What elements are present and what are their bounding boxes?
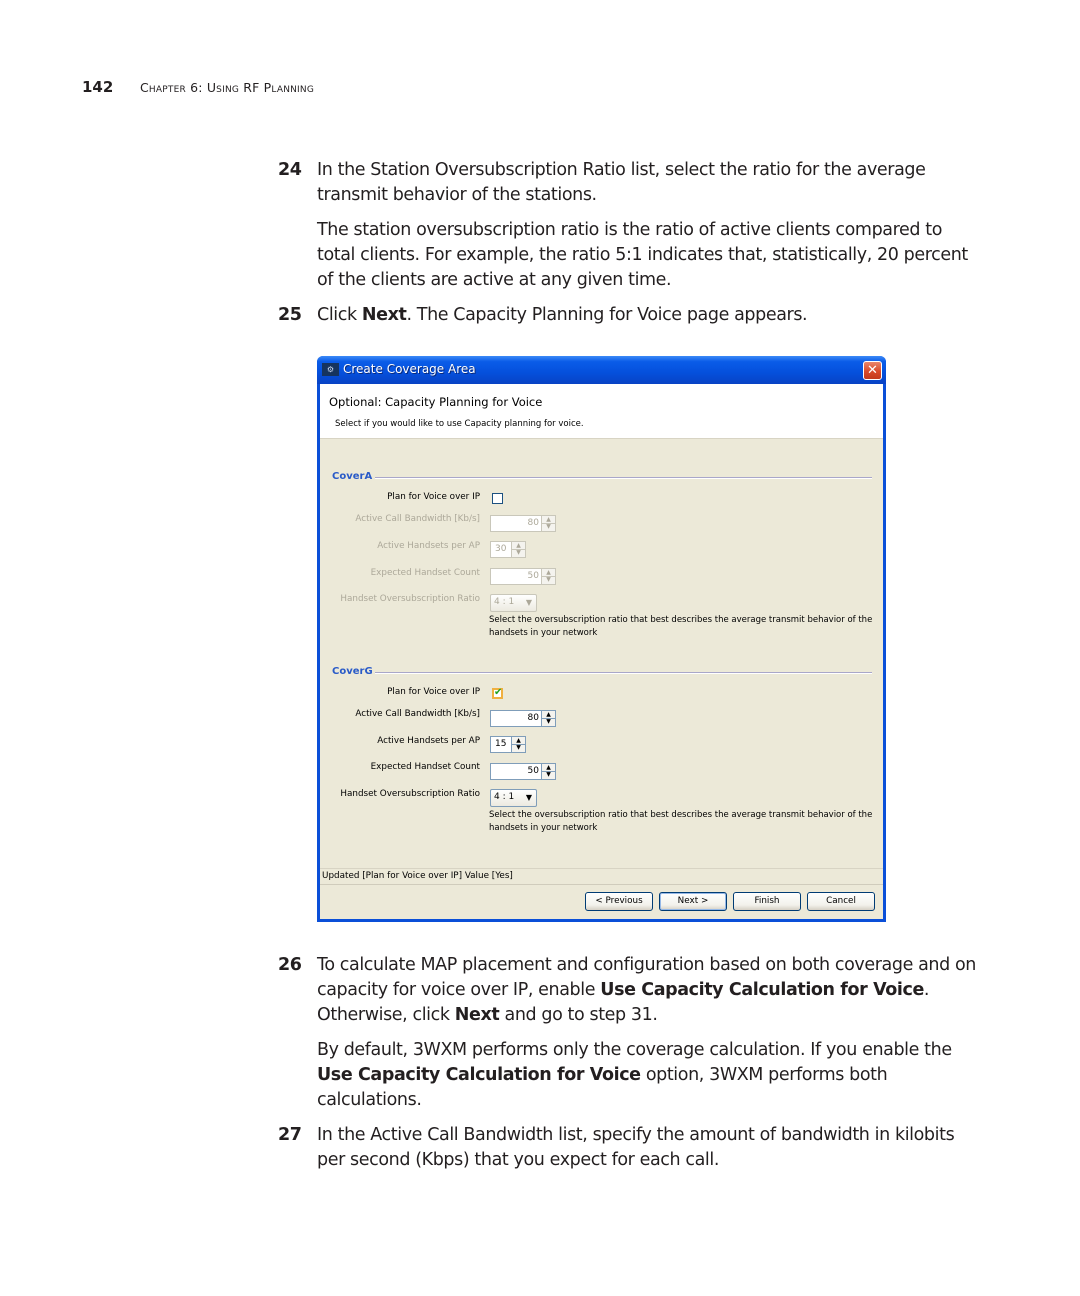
spin-down-icon[interactable]: ▼ [542, 771, 555, 778]
step-number: 25 [278, 305, 302, 325]
dropdown-value: 4 : 1 [494, 792, 515, 802]
spinner-value: 15 [495, 739, 507, 749]
spin-down-icon[interactable]: ▼ [542, 718, 555, 725]
step-text: In the Active Call Bandwidth list, speci… [317, 1125, 955, 1170]
cancel-button[interactable]: Cancel [807, 892, 875, 911]
handsets-per-ap-label-covera: Active Handsets per AP [377, 541, 480, 551]
group-title-covera: CoverA [332, 471, 373, 482]
chapter-title: Chapter 6: Using RF Planning [140, 80, 315, 95]
app-icon: ⚙ [322, 363, 339, 376]
plan-voip-checkbox-coverg[interactable]: ✔ [492, 687, 503, 699]
step-26-note: By default, 3WXM performs only the cover… [317, 1038, 982, 1113]
step-text: In the Station Oversubscription Ratio li… [317, 160, 926, 205]
checkmark-icon: ✔ [494, 687, 503, 698]
ratio-label-coverg: Handset Oversubscription Ratio [340, 789, 480, 799]
plan-voip-label-covera: Plan for Voice over IP [387, 492, 480, 502]
handset-count-spinner-covera[interactable]: 50 ▲ ▼ [490, 568, 556, 585]
dialog-body: Optional: Capacity Planning for Voice Se… [320, 384, 883, 919]
close-button[interactable]: ✕ [863, 361, 882, 380]
status-text: Updated [Plan for Voice over IP] Value [… [322, 871, 513, 881]
spinner-value: 80 [527, 713, 539, 723]
handsets-per-ap-spinner-covera[interactable]: 30 ▲ ▼ [490, 541, 526, 558]
spin-down-icon[interactable]: ▼ [512, 549, 525, 556]
plan-voip-label-coverg: Plan for Voice over IP [387, 687, 480, 697]
step-text: To calculate MAP placement and configura… [317, 953, 978, 1028]
dialog-title: Create Coverage Area [343, 362, 476, 376]
spin-down-icon[interactable]: ▼ [512, 744, 525, 751]
text-run: . The Capacity Planning for Voice page a… [406, 305, 808, 325]
ratio-dropdown-covera[interactable]: 4 : 1 ▼ [490, 594, 537, 612]
spinner-value: 80 [527, 518, 539, 528]
handset-count-label-covera: Expected Handset Count [370, 568, 480, 578]
step-number: 24 [278, 160, 302, 180]
ui-term: Use Capacity Calculation for Voice [317, 1065, 641, 1085]
running-head: 142 Chapter 6: Using RF Planning [82, 78, 314, 98]
spinner-value: 30 [495, 544, 507, 554]
spinner-value: 50 [527, 766, 539, 776]
finish-button[interactable]: Finish [733, 892, 801, 911]
bandwidth-label-covera: Active Call Bandwidth [Kb/s] [355, 514, 480, 524]
wizard-page-subtitle: Select if you would like to use Capacity… [335, 419, 584, 429]
handsets-per-ap-label-coverg: Active Handsets per AP [377, 736, 480, 746]
step-number: 26 [278, 955, 302, 975]
group-title-coverg: CoverG [332, 666, 373, 677]
ui-term: Next [361, 305, 407, 325]
text-run: By default, 3WXM performs only the cover… [317, 1040, 952, 1060]
handsets-per-ap-spinner-coverg[interactable]: 15 ▲ ▼ [490, 736, 526, 753]
text-run: Click [317, 305, 362, 325]
dialog-titlebar[interactable]: ⚙ Create Coverage Area ✕ [317, 356, 886, 384]
step-text: Click Next. The Capacity Planning for Vo… [317, 303, 978, 328]
group-divider [375, 672, 872, 674]
step-26: 26 To calculate MAP placement and config… [278, 953, 978, 1028]
handset-count-label-coverg: Expected Handset Count [370, 762, 480, 772]
group-divider [375, 477, 872, 479]
next-button[interactable]: Next > [659, 892, 727, 911]
spin-down-icon[interactable]: ▼ [542, 576, 555, 583]
button-bar-divider [320, 884, 883, 885]
spin-down-icon[interactable]: ▼ [542, 523, 555, 530]
step-24-note: The station oversubscription ratio is th… [317, 220, 968, 290]
chevron-down-icon: ▼ [525, 793, 532, 802]
ratio-dropdown-coverg[interactable]: 4 : 1 ▼ [490, 789, 537, 807]
bandwidth-spinner-covera[interactable]: 80 ▲ ▼ [490, 515, 556, 532]
step-24: 24 In the Station Oversubscription Ratio… [278, 158, 978, 208]
bandwidth-spinner-coverg[interactable]: 80 ▲ ▼ [490, 710, 556, 727]
ratio-label-covera: Handset Oversubscription Ratio [340, 594, 480, 604]
ratio-help-coverg: Select the oversubscription ratio that b… [489, 810, 873, 833]
spinner-value: 50 [527, 571, 539, 581]
ui-term: Next [454, 1005, 500, 1025]
wizard-page-title: Optional: Capacity Planning for Voice [329, 395, 543, 409]
wizard-header: Optional: Capacity Planning for Voice Se… [320, 384, 883, 439]
text-run: and go to step 31. [499, 1005, 658, 1025]
page-number: 142 [82, 78, 114, 96]
handset-count-spinner-coverg[interactable]: 50 ▲ ▼ [490, 763, 556, 780]
ui-term: Use Capacity Calculation for Voice [600, 980, 924, 1000]
bandwidth-label-coverg: Active Call Bandwidth [Kb/s] [355, 709, 480, 719]
status-bar: Updated [Plan for Voice over IP] Value [… [320, 868, 883, 885]
create-coverage-area-dialog: ⚙ Create Coverage Area ✕ Optional: Capac… [317, 356, 886, 922]
plan-voip-checkbox-covera[interactable] [492, 493, 503, 504]
dropdown-value: 4 : 1 [494, 597, 515, 607]
step-number: 27 [278, 1125, 302, 1145]
ratio-help-covera: Select the oversubscription ratio that b… [489, 615, 873, 638]
step-25: 25 Click Next. The Capacity Planning for… [278, 303, 978, 328]
step-27: 27 In the Active Call Bandwidth list, sp… [278, 1123, 978, 1173]
chevron-down-icon: ▼ [525, 598, 532, 607]
previous-button[interactable]: < Previous [585, 892, 653, 911]
